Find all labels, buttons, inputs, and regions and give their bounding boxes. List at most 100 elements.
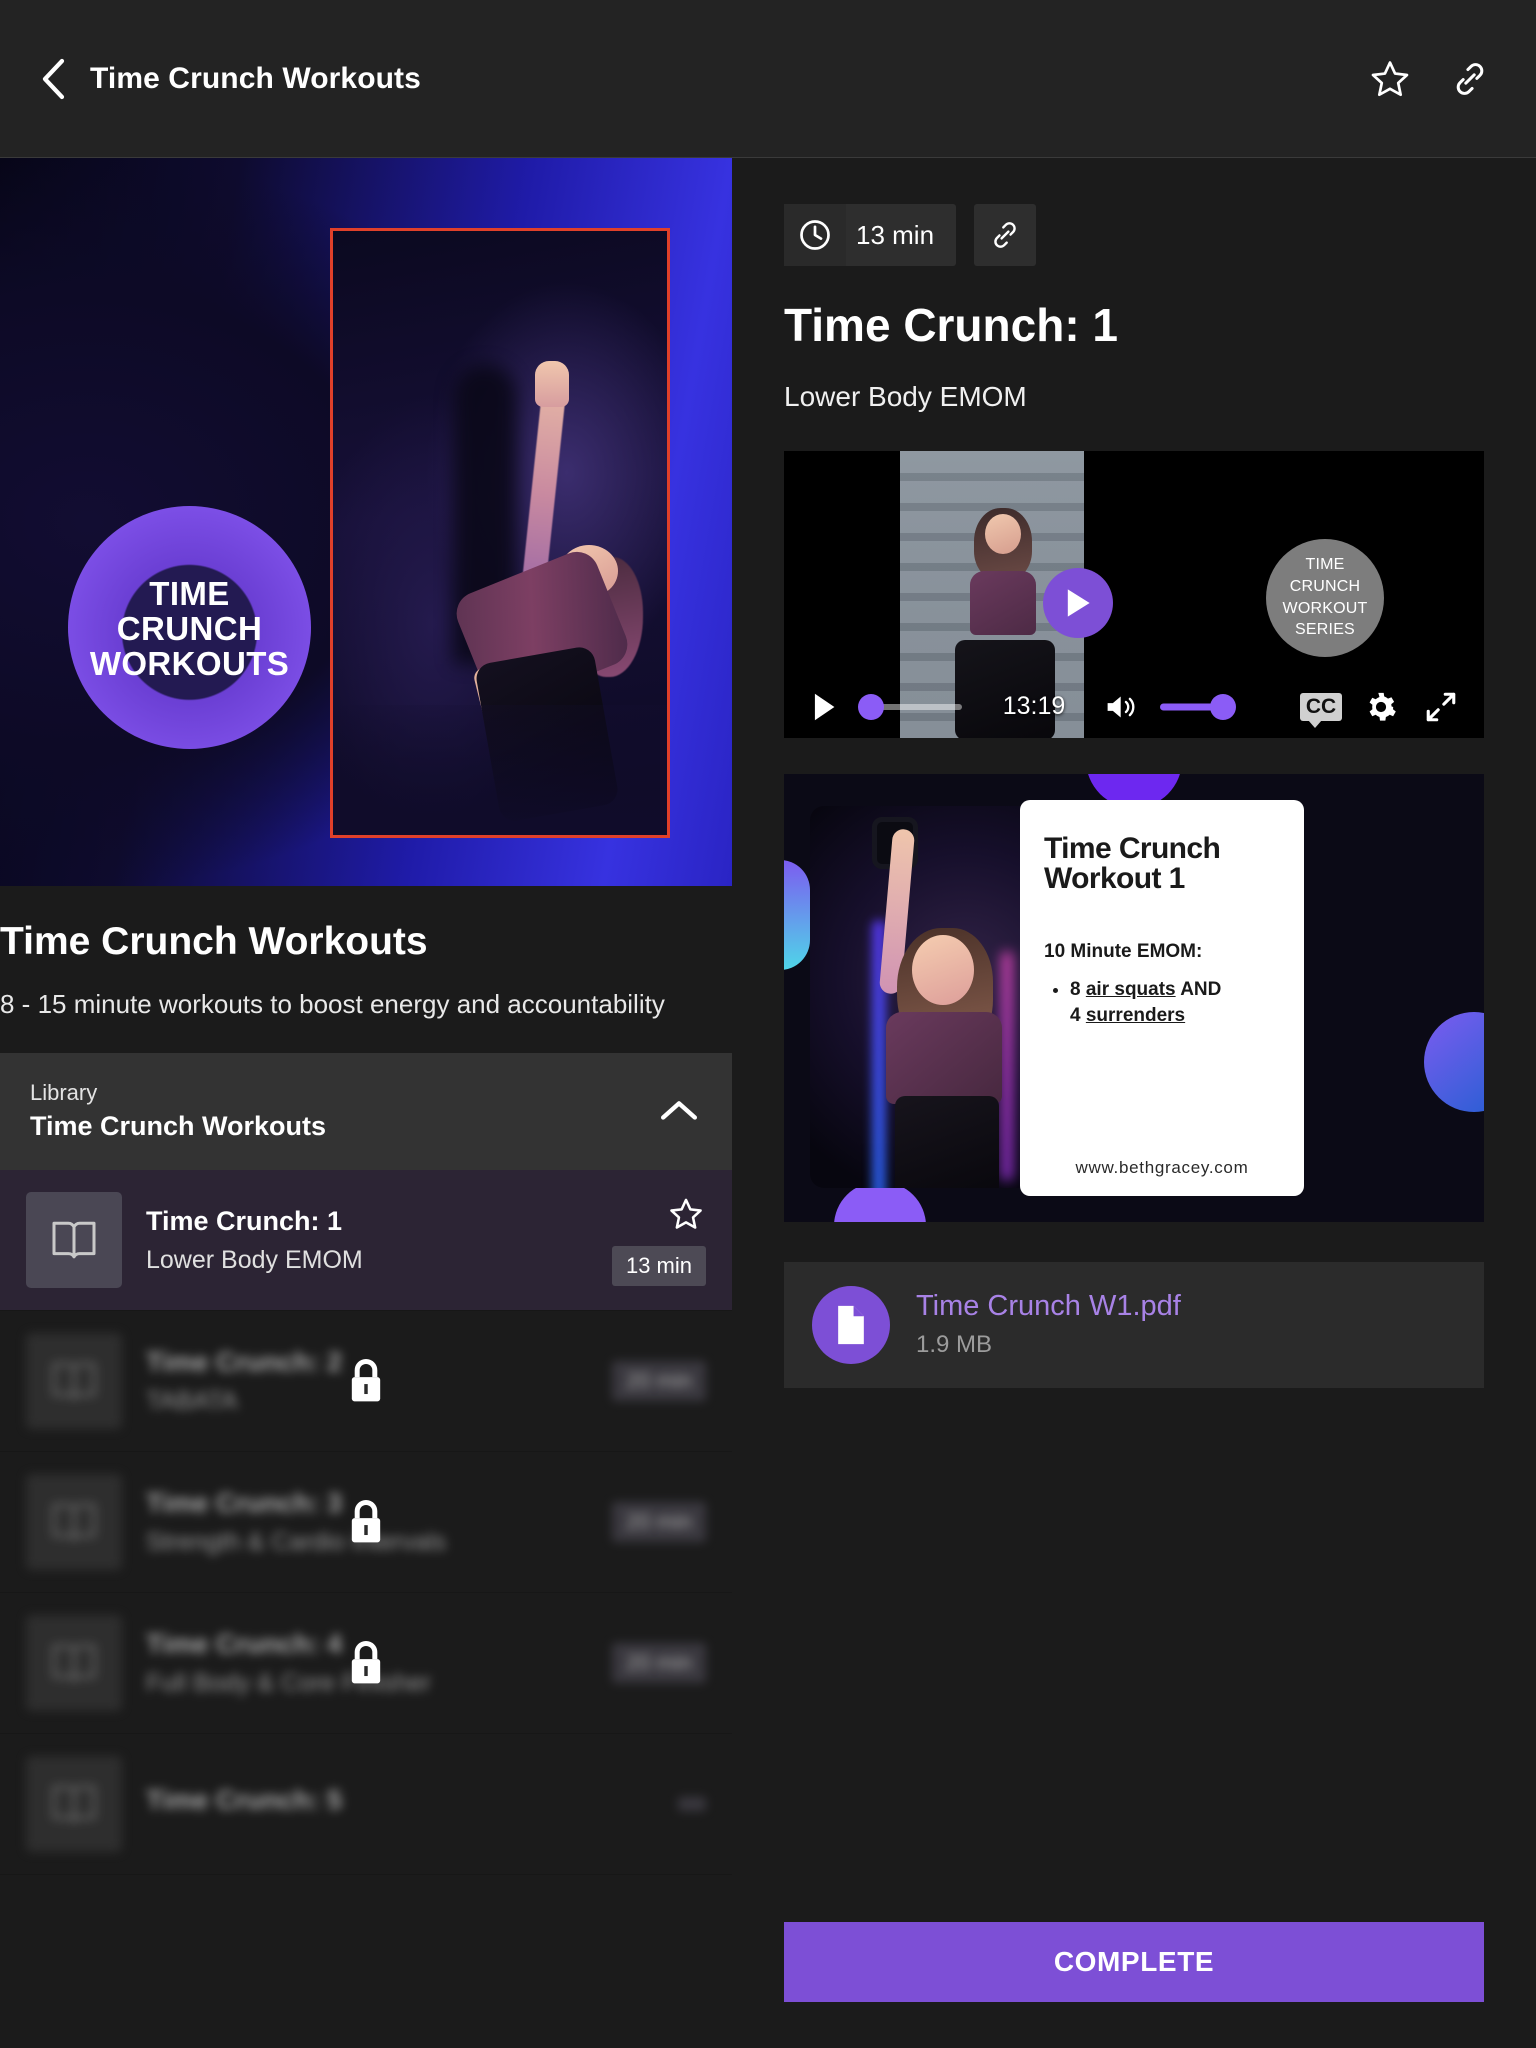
lesson-meta: 13 min [611,1194,706,1287]
video-seek-slider[interactable] [858,693,966,720]
lesson-subtitle: Lower Body EMOM [146,1246,363,1275]
library-section-header[interactable]: Library Time Crunch Workouts [0,1052,732,1171]
course-title: Time Crunch Workouts [0,920,428,963]
back-button[interactable] [30,56,76,102]
attachment-row[interactable]: Time Crunch W1.pdf 1.9 MB [784,1261,1484,1388]
course-sidebar: TIME CRUNCH WORKOUTS Time Crunch Workout… [0,158,732,2048]
book-icon [52,1785,96,1823]
cc-icon: CC [1299,692,1343,728]
lock-icon [351,1359,381,1402]
gear-icon [1369,692,1396,721]
workout-card-image: Time Crunch Workout 1 10 Minute EMOM: 8 … [784,773,1484,1222]
hero-floor [333,705,667,835]
lesson-detail-subtitle: Lower Body EMOM [784,380,1027,412]
video-series-badge-label: TIME CRUNCH WORKOUT SERIES [1282,556,1368,639]
video-player[interactable]: TIME CRUNCH WORKOUT SERIES 13:19 CC [784,450,1484,738]
photo-rim-light-pink [1001,950,1014,1181]
lesson-title: Time Crunch: 5 [146,1785,343,1816]
lesson-row-4[interactable]: Time Crunch: 4 Full Body & Core Finisher… [0,1593,732,1735]
video-volume-slider[interactable] [1160,693,1236,720]
lesson-text: Time Crunch: 5 [146,1784,654,1824]
item-exercise-2: surrenders [1085,1005,1186,1027]
library-section-name: Time Crunch Workouts [30,1111,327,1142]
lesson-detail-panel: 13 min Time Crunch: 1 Lower Body EMOM TI… [732,158,1536,2048]
video-time-display: 13:19 [1002,692,1066,721]
hero-photo [330,228,670,838]
expand-icon [1426,692,1456,721]
library-section-text: Library Time Crunch Workouts [30,1079,656,1143]
attachment-size: 1.9 MB [916,1331,993,1359]
item-count-1: 8 [1070,978,1086,1000]
lesson-duration-badge: 20 min [611,1361,706,1402]
complete-button[interactable]: COMPLETE [784,1922,1484,2002]
attachment-name: Time Crunch W1.pdf [916,1290,1181,1323]
decorative-blob-right [1424,1011,1484,1112]
hero-badge: TIME CRUNCH WORKOUTS [68,506,311,749]
video-big-play-button[interactable] [1043,567,1113,638]
video-fullscreen-button[interactable] [1418,684,1464,730]
video-play-button[interactable] [804,687,844,727]
lesson-row-3[interactable]: Time Crunch: 3 Strength & Cardio Interva… [0,1452,732,1594]
video-seek-knob[interactable] [858,693,884,720]
favorite-button[interactable] [1364,53,1416,105]
lesson-blurred-content: Time Crunch: 3 Strength & Cardio Interva… [26,1474,588,1571]
course-hero-image: TIME CRUNCH WORKOUTS [0,158,732,886]
video-series-badge: TIME CRUNCH WORKOUT SERIES [1266,538,1384,657]
hero-badge-label: TIME CRUNCH WORKOUTS [89,575,290,682]
decorative-blob-bottom [834,1181,926,1222]
duration-chip-label: 13 min [856,219,935,250]
video-person-head [984,513,1021,554]
item-conjunction: AND [1175,978,1222,1000]
lesson-thumbnail [26,1756,122,1853]
lesson-row-1[interactable]: Time Crunch: 1 Lower Body EMOM 13 min [0,1170,732,1312]
lesson-favorite-button[interactable] [666,1194,706,1234]
lesson-thumbnail [26,1474,122,1571]
video-mute-button[interactable] [1102,689,1142,725]
workout-card-list: 8 air squats AND 4 surrenders [1070,977,1280,1030]
lesson-row-2[interactable]: Time Crunch: 2 TABATA 20 min [0,1311,732,1453]
lesson-text: Time Crunch: 1 Lower Body EMOM [146,1205,588,1275]
book-icon [52,1503,96,1541]
lesson-row-5[interactable]: Time Crunch: 5 [0,1734,732,1876]
lesson-share-button[interactable] [974,204,1037,266]
photo-sports-bra [886,1011,1003,1104]
clock-icon [800,220,830,250]
lesson-blurred-content: Time Crunch: 2 TABATA [26,1333,588,1430]
workout-card-url: www.bethgracey.com [1075,1157,1249,1177]
lesson-title: Time Crunch: 1 [146,1206,343,1237]
link-icon [1456,62,1484,95]
item-exercise-1: air squats [1085,978,1176,1000]
file-document-icon [838,1305,864,1344]
video-captions-button[interactable]: CC [1298,684,1344,730]
star-outline-icon [1371,60,1409,96]
course-description: 8 - 15 minute workouts to boost energy a… [0,988,665,1019]
book-icon [52,1362,96,1400]
lesson-duration-badge: 20 min [611,1643,706,1684]
video-volume-knob[interactable] [1210,693,1236,720]
lock-icon [351,1641,381,1684]
lesson-duration-badge: 13 min [611,1246,706,1287]
workout-card-heading: 10 Minute EMOM: [1044,940,1203,962]
lesson-blurred-content: Time Crunch: 4 Full Body & Core Finisher [26,1615,588,1712]
lesson-lock-overlay [340,1633,392,1693]
photo-head [911,935,974,1006]
item-count-2: 4 [1070,1005,1086,1027]
share-link-button[interactable] [1444,53,1496,105]
play-icon [814,693,835,720]
volume-high-icon [1107,696,1135,718]
play-circle-icon [1067,588,1090,617]
lesson-thumbnail [26,1615,122,1712]
lesson-thumbnail [26,1333,122,1430]
book-icon [52,1644,96,1682]
app-root: Time Crunch Workouts TIME CRUNCH WORKOUT… [0,0,1536,2048]
duration-chip[interactable]: 13 min [784,204,957,266]
video-settings-button[interactable] [1358,684,1404,730]
lesson-meta-row: 13 min [784,204,1484,266]
content-body: TIME CRUNCH WORKOUTS Time Crunch Workout… [0,158,1536,2048]
attachment-text: Time Crunch W1.pdf 1.9 MB [916,1290,1181,1359]
topbar-actions [1364,53,1496,105]
course-info: Time Crunch Workouts 8 - 15 minute worko… [0,886,732,1053]
photo-leggings [894,1095,999,1188]
collapse-section-button[interactable] [656,1087,702,1133]
decorative-blob-left [784,859,810,970]
